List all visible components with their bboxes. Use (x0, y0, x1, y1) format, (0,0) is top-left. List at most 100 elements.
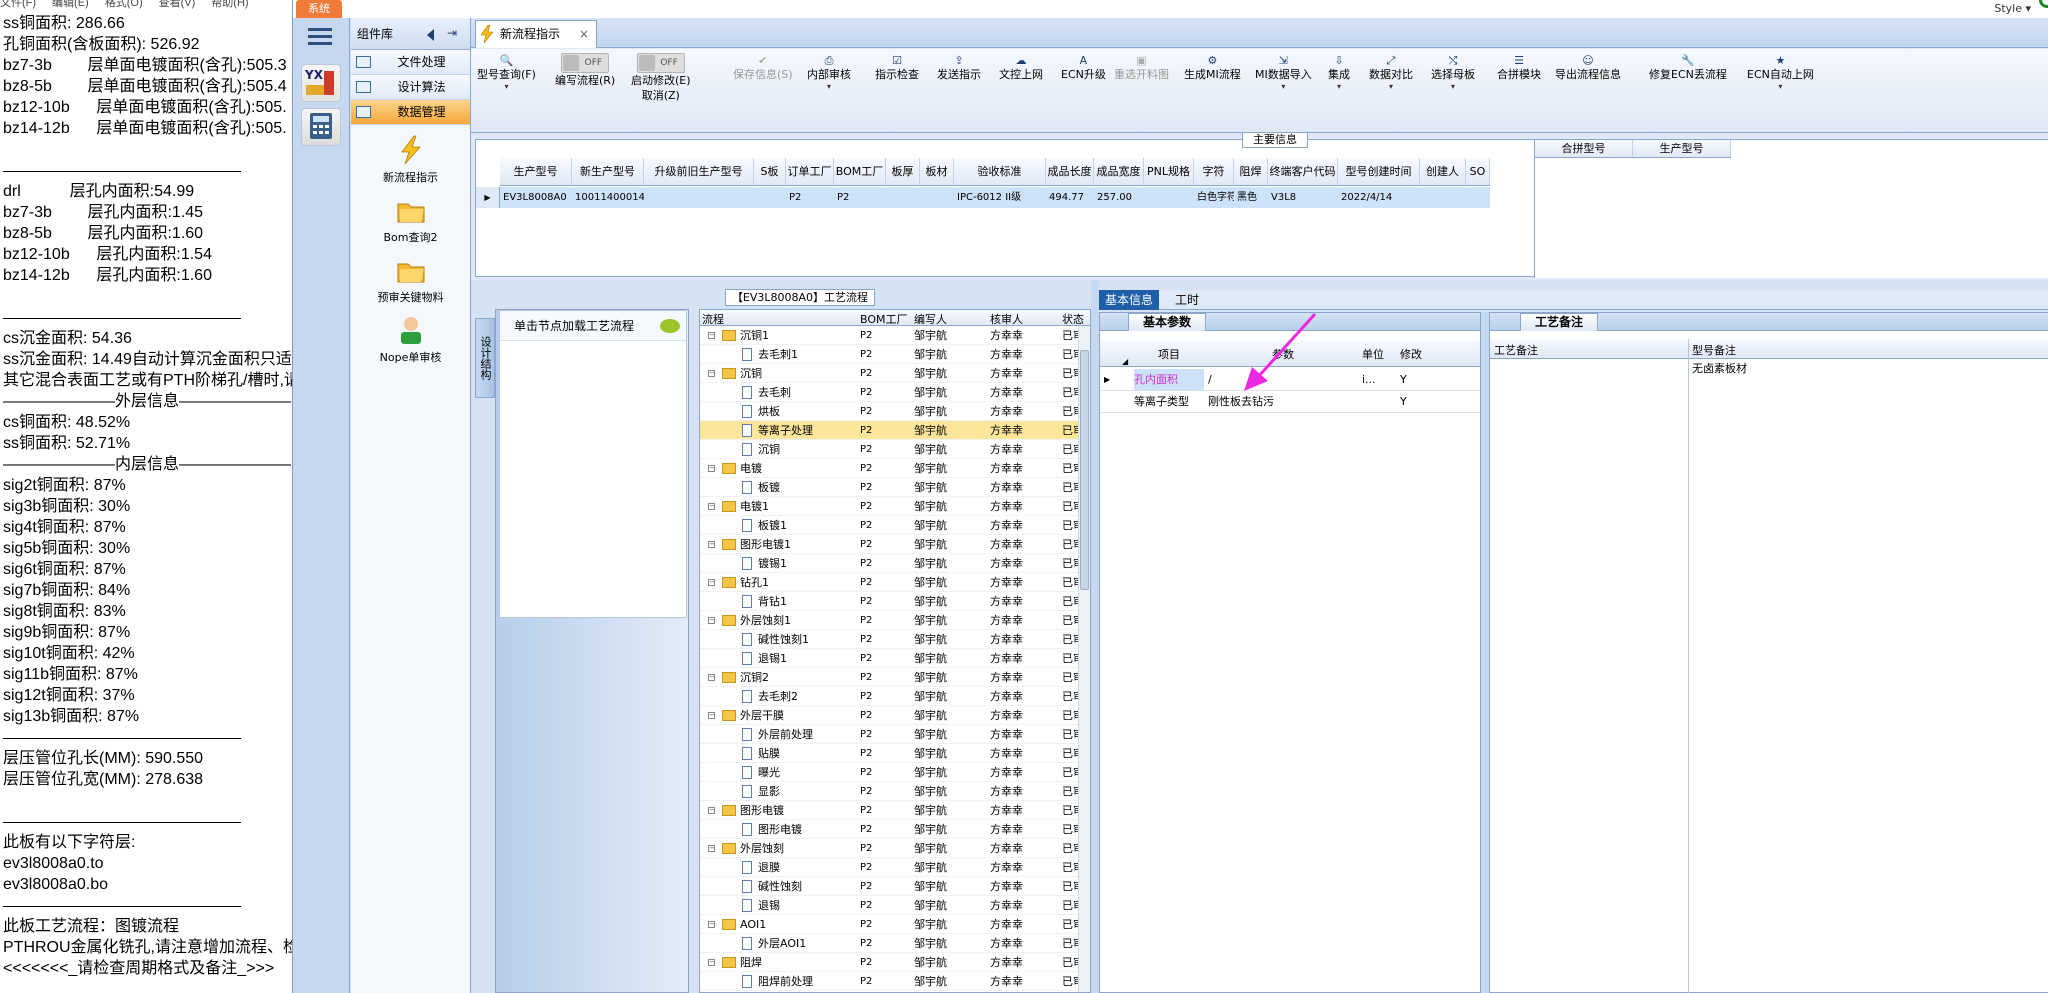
tree-row[interactable]: −沉铜P2邹宇航方幸幸已审核 (700, 364, 1090, 383)
tree-row[interactable]: −电镀P2邹宇航方幸幸已审核 (700, 459, 1090, 478)
comp-item-2[interactable]: 数据管理 (351, 100, 470, 125)
pin-icon[interactable]: ⇥ (447, 26, 463, 40)
collapse-icon[interactable]: − (708, 807, 715, 814)
collapse-icon[interactable]: − (708, 959, 715, 966)
tree-row[interactable]: 烘板P2邹宇航方幸幸已审核 (700, 402, 1090, 421)
notepad-menu-item[interactable]: 文件(F) (0, 0, 36, 9)
tree-row[interactable]: 背钻1P2邹宇航方幸幸已审核 (700, 592, 1090, 611)
tool-1[interactable]: Bom查询2 (351, 195, 470, 245)
grid-cell[interactable] (644, 187, 754, 208)
grid-cell[interactable] (754, 187, 786, 208)
col-header[interactable]: 升级前旧生产型号 (644, 158, 754, 186)
tree-row[interactable]: 贴膜P2邹宇航方幸幸已审核 (700, 744, 1090, 763)
grid-cell[interactable] (1144, 187, 1194, 208)
tree-col-header[interactable]: 核审人 (990, 311, 1023, 327)
col-header[interactable]: 阻焊 (1234, 158, 1268, 186)
toolbar-button-9[interactable]: ▣ 重选开料图 (1114, 53, 1169, 82)
col-header[interactable]: BOM工厂 (834, 158, 886, 186)
tree-row[interactable]: −沉铜2P2邹宇航方幸幸已审核 (700, 668, 1090, 687)
param-row[interactable]: ▶ 孔内面积 / i... Y (1100, 369, 1480, 391)
grid-cell[interactable]: 白色字符 (1194, 187, 1234, 208)
tree-row[interactable]: 外层AOI1P2邹宇航方幸幸已审核 (700, 934, 1090, 953)
tree-row[interactable]: 去毛刺2P2邹宇航方幸幸已审核 (700, 687, 1090, 706)
tree-row[interactable]: −钻孔1P2邹宇航方幸幸已审核 (700, 573, 1090, 592)
grid-cell[interactable]: P2 (786, 187, 834, 208)
off-toggle[interactable]: OFF (561, 53, 610, 73)
tree-row[interactable]: 退锡1P2邹宇航方幸幸已审核 (700, 649, 1090, 668)
toolbar-button-13[interactable]: ⤢ 数据对比 ▾ (1369, 53, 1413, 92)
grid-cell[interactable]: IPC-6012 II级 (954, 187, 1046, 208)
splitter[interactable] (1481, 312, 1489, 993)
toolbar-button-18[interactable]: ★ ECN自动上网 ▾ (1747, 53, 1814, 92)
param-value[interactable]: 刚性板去钻污 (1208, 391, 1274, 413)
grid-cell[interactable]: P2 (834, 187, 886, 208)
tree-row[interactable]: 沉铜P2邹宇航方幸幸已审核 (700, 440, 1090, 459)
toolbar-button-10[interactable]: ⚙ 生成MI流程 (1184, 53, 1241, 82)
collapse-icon[interactable]: − (708, 579, 715, 586)
notepad-text[interactable]: ss铜面积: 286.66 孔铜面积(含板面积): 526.92 bz7-3b 层单… (3, 13, 292, 979)
tree-row[interactable]: −外层干膜P2邹宇航方幸幸已审核 (700, 706, 1090, 725)
splitter[interactable] (1091, 280, 1099, 993)
notepad-menu-item[interactable]: 查看(V) (159, 0, 196, 9)
tree-row[interactable]: 阻焊前处理P2邹宇航方幸幸已审核 (700, 972, 1090, 991)
menu-icon[interactable] (306, 24, 334, 50)
tree-row[interactable]: −外层蚀刻1P2邹宇航方幸幸已审核 (700, 611, 1090, 630)
collapse-icon[interactable]: − (708, 712, 715, 719)
collapse-icon[interactable]: − (708, 465, 715, 472)
notepad-menu-item[interactable]: 格式(O) (105, 0, 143, 9)
chevron-down-icon[interactable]: ▾ (807, 82, 851, 92)
tab-basic-0[interactable]: 基本信息 (1099, 290, 1160, 310)
chevron-down-icon[interactable]: ▾ (1255, 82, 1312, 92)
col-header[interactable]: PNL规格 (1144, 158, 1194, 186)
yx-logo-icon[interactable]: YX (301, 64, 341, 102)
toolbar-button-15[interactable]: ☰ 合拼模块 (1497, 53, 1541, 82)
tool-2[interactable]: 预审关键物料 (351, 255, 470, 305)
col-header[interactable]: SO (1466, 158, 1490, 186)
tree-row[interactable]: −沉铜1P2邹宇航方幸幸已审核 (700, 326, 1090, 345)
toolbar-button-17[interactable]: 🔧 修复ECN丢流程 (1649, 53, 1727, 82)
tree-row[interactable]: 曝光P2邹宇航方幸幸已审核 (700, 763, 1090, 782)
tree-scrollbar[interactable] (1078, 326, 1090, 992)
col-header[interactable]: 板材 (920, 158, 954, 186)
chevron-down-icon[interactable]: ▾ (1369, 82, 1413, 92)
col-header[interactable]: 生产型号 (500, 158, 572, 186)
toolbar-button-6[interactable]: ⇪ 发送指示 (937, 53, 981, 82)
toolbar-button-2[interactable]: OFF 启动修改(E) 取消(Z) (631, 53, 691, 103)
collapse-icon[interactable]: − (708, 332, 715, 339)
collapse-icon[interactable]: − (708, 921, 715, 928)
chevron-down-icon[interactable]: ▾ (477, 82, 536, 92)
toolbar-button-16[interactable]: ☺ 导出流程信息 (1555, 53, 1621, 82)
tree-row[interactable]: 去毛刺P2邹宇航方幸幸已审核 (700, 383, 1090, 402)
collapse-icon[interactable]: − (708, 541, 715, 548)
tree-col-header[interactable]: BOM工厂 (860, 311, 908, 327)
param-col-header[interactable]: 项目 (1158, 346, 1180, 362)
grid-cell[interactable] (886, 187, 920, 208)
param-col-header[interactable]: 单位 (1362, 346, 1384, 362)
collapse-icon[interactable]: − (708, 370, 715, 377)
tab-design-structure[interactable]: 设计结构 (475, 318, 495, 398)
tree-row[interactable]: −图形电镀1P2邹宇航方幸幸已审核 (700, 535, 1090, 554)
grid-cell[interactable]: V3L8 (1268, 187, 1338, 208)
style-menu[interactable]: Style ▾ (1994, 2, 2031, 15)
chevron-down-icon[interactable]: ▾ (1328, 82, 1350, 92)
tree-row[interactable]: 碱性蚀刻P2邹宇航方幸幸已审核 (700, 877, 1090, 896)
col-header[interactable]: 成品长度 (1046, 158, 1094, 186)
tree-row[interactable]: 图形电镀P2邹宇航方幸幸已审核 (700, 820, 1090, 839)
col-header[interactable]: 型号创建时间 (1338, 158, 1420, 186)
load-process-button[interactable]: 单击节点加载工艺流程 (500, 311, 686, 341)
tree-row[interactable]: 碱性蚀刻1P2邹宇航方幸幸已审核 (700, 630, 1090, 649)
toolbar-button-5[interactable]: ☑ 指示检查 (875, 53, 919, 82)
comp-item-1[interactable]: 设计算法 (351, 75, 470, 100)
tree-row[interactable]: −阻焊P2邹宇航方幸幸已审核 (700, 953, 1090, 972)
grid-cell[interactable]: 257.00 (1094, 187, 1144, 208)
col-header[interactable]: 字符 (1194, 158, 1234, 186)
collapse-icon[interactable]: − (708, 845, 715, 852)
notepad-menu-item[interactable]: 帮助(H) (211, 0, 248, 9)
toolbar-button-0[interactable]: 🔍 型号查询(F) ▾ (477, 53, 536, 92)
comp-item-0[interactable]: 文件处理 (351, 50, 470, 75)
col-header[interactable]: 板厚 (886, 158, 920, 186)
grid-cell[interactable] (1420, 187, 1466, 208)
tool-3[interactable]: Nope单审核 (351, 315, 470, 365)
chevron-down-icon[interactable]: ▾ (1747, 82, 1814, 92)
collapse-icon[interactable]: − (708, 503, 715, 510)
